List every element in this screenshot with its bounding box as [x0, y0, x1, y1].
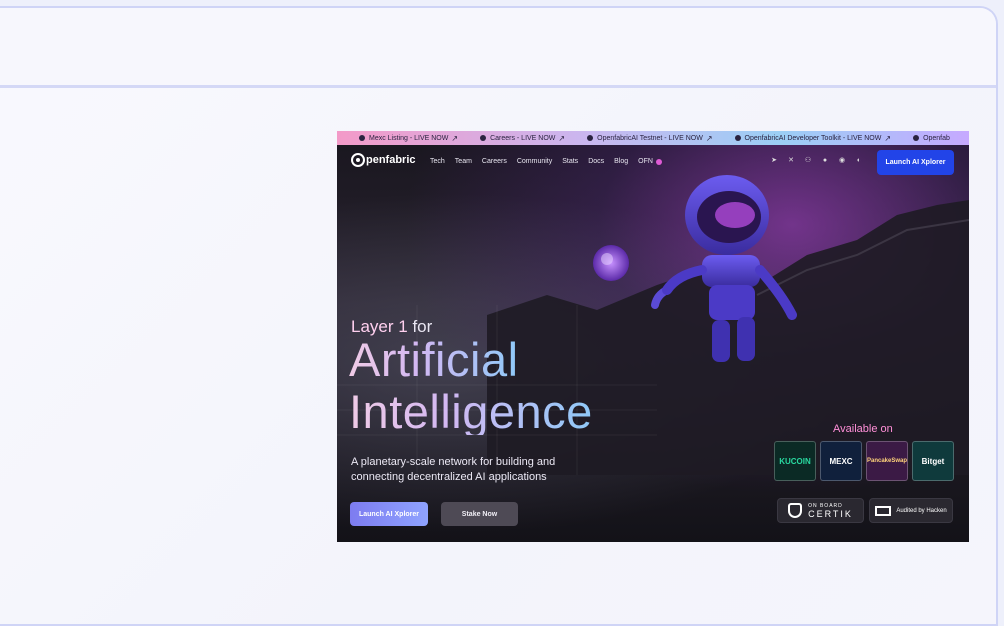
external-link-icon: ↗ [884, 133, 892, 143]
github-icon[interactable]: ◐ [855, 157, 863, 165]
external-link-icon: ↗ [451, 133, 459, 143]
x-icon[interactable]: ✕ [787, 157, 795, 165]
certik-shield-icon [788, 503, 803, 518]
discord-icon[interactable]: ⚇ [804, 157, 812, 165]
exchange-pancakeswap[interactable]: PancakeSwap [866, 441, 908, 481]
exchange-mexc[interactable]: MEXC [820, 441, 862, 481]
launch-ai-xplorer-button[interactable]: Launch AI Xplorer [350, 502, 428, 526]
external-link-icon: ↗ [558, 133, 566, 143]
hero-subtitle: A planetary-scale network for building a… [351, 456, 556, 483]
reddit-icon[interactable]: ◉ [838, 157, 846, 165]
website-screenshot: Mexc Listing - LIVE NOW ↗ Careers - LIVE … [337, 131, 969, 542]
logo-icon [480, 135, 487, 141]
ticker-item[interactable]: Careers - LIVE NOW ↗ [480, 134, 565, 143]
hero-title-line1: Artificial [349, 333, 519, 386]
nav-item-tech[interactable]: Tech [430, 158, 445, 165]
nav-item-stats[interactable]: Stats [562, 158, 578, 165]
exchange-kucoin[interactable]: KUCOIN [774, 441, 816, 481]
site-navbar: penfabric Tech Team Careers Community St… [337, 145, 969, 179]
nav-item-docs[interactable]: Docs [588, 158, 604, 165]
available-on-heading: Available on [833, 423, 893, 435]
ticker-item[interactable]: OpenfabricAI Testnet - LIVE NOW ↗ [587, 133, 713, 143]
logo-icon [587, 135, 594, 141]
certik-badge[interactable]: ON BOARD CERTIK [777, 498, 864, 523]
social-links: ➤ ✕ ⚇ ● ◉ ◐ [770, 157, 863, 165]
external-link-icon: ↗ [705, 133, 713, 143]
ticker-item[interactable]: Mexc Listing - LIVE NOW ↗ [359, 134, 458, 143]
cloud-icon [359, 135, 365, 141]
nav-item-blog[interactable]: Blog [614, 158, 628, 165]
openfabric-logo-icon [351, 153, 365, 167]
browser-topbar [0, 8, 996, 88]
hacken-logo-icon [875, 505, 892, 516]
ofn-token-icon [655, 158, 662, 165]
nav-item-community[interactable]: Community [517, 158, 552, 165]
nav-item-ofn[interactable]: OFN [638, 158, 662, 165]
medium-icon[interactable]: ● [821, 157, 829, 165]
exchange-list: KUCOIN MEXC PancakeSwap Bitget [774, 441, 954, 481]
logo-icon [734, 135, 741, 141]
ticker-item[interactable]: Openfab [913, 135, 950, 142]
nav-item-team[interactable]: Team [455, 158, 472, 165]
ticker-item[interactable]: OpenfabricAI Developer Toolkit - LIVE NO… [734, 133, 892, 143]
site-logo[interactable]: penfabric [351, 153, 416, 167]
nav-item-careers[interactable]: Careers [482, 158, 507, 165]
hacken-badge[interactable]: Audited by Hacken [869, 498, 953, 523]
telegram-icon[interactable]: ➤ [770, 157, 778, 165]
launch-ai-xplorer-nav-button[interactable]: Launch AI Xplorer [877, 150, 954, 175]
logo-icon [913, 135, 920, 141]
exchange-bitget[interactable]: Bitget [912, 441, 954, 481]
stake-now-button[interactable]: Stake Now [441, 502, 518, 526]
news-ticker: Mexc Listing - LIVE NOW ↗ Careers - LIVE … [337, 131, 969, 145]
hero-title-line2: Intelligence [349, 385, 593, 438]
nav-menu: Tech Team Careers Community Stats Docs B… [430, 158, 662, 165]
